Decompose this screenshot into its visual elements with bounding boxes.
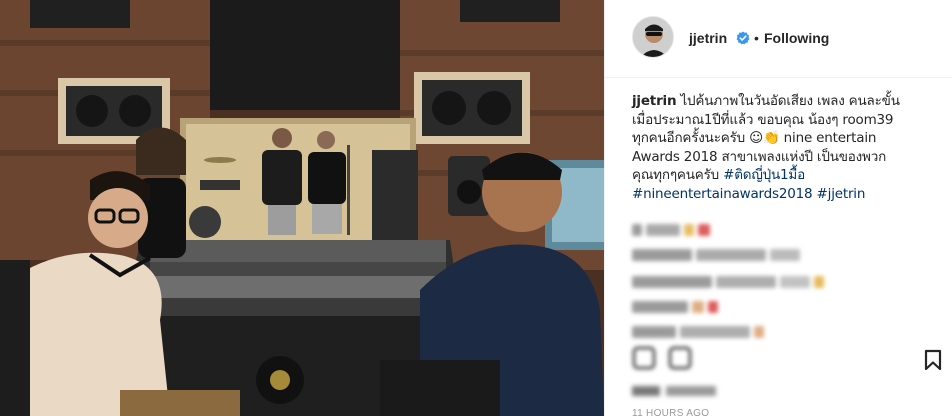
caption-text-3: ทุกคนอีกครั้งนะครับ ☺👏 nine entertain	[632, 130, 877, 146]
bookmark-icon[interactable]	[923, 349, 943, 371]
caption-text-1: ไปค้นภาพในวันอัดเสียง เพลง คนละขั้น	[680, 93, 900, 109]
verified-badge-icon	[736, 31, 750, 45]
caption-line-6: #nineentertainawards2018 #jjetrin	[632, 185, 942, 204]
studio-photo	[0, 0, 604, 416]
hashtag-link[interactable]: #nineentertainawards2018	[632, 186, 813, 202]
blurred-comment	[632, 296, 722, 313]
post-timestamp: 11 HOURS AGO	[632, 408, 710, 416]
blurred-likes-count	[632, 386, 716, 396]
post-caption: jjetrin ไปค้นภาพในวันอัดเสียง เพลง คนละข…	[632, 92, 942, 203]
author-username[interactable]: jjetrin	[689, 30, 727, 46]
caption-text-2: เมื่อประมาณ1ปีที่แล้ว ขอบคุณ น้องๆ room3…	[632, 111, 894, 128]
blurred-comment	[632, 271, 828, 288]
avatar[interactable]	[632, 16, 674, 58]
following-button[interactable]: Following	[764, 30, 829, 46]
caption-text-4: Awards 2018 สาขาเพลงแห่งปี เป็นของพวก	[632, 148, 887, 165]
post-photo[interactable]	[0, 0, 604, 416]
post-side-panel: jjetrin • Following jjetrin ไปค้นภาพในวั…	[604, 0, 952, 416]
caption-line-1: jjetrin ไปค้นภาพในวันอัดเสียง เพลง คนละข…	[632, 92, 942, 111]
blurred-comment	[632, 219, 714, 236]
heart-icon[interactable]	[632, 346, 656, 370]
avatar-image	[633, 17, 673, 57]
header-separator: •	[754, 30, 759, 46]
caption-username[interactable]: jjetrin	[632, 93, 677, 109]
blurred-comment	[632, 321, 768, 338]
action-row	[632, 346, 932, 374]
caption-line-5: คุณทุกๆคนครับ #ติดญี่ปุ่น1มื้อ	[632, 166, 942, 185]
instagram-post-view: jjetrin • Following jjetrin ไปค้นภาพในวั…	[0, 0, 952, 416]
comment-icon[interactable]	[668, 346, 692, 370]
caption-text-5: คุณทุกๆคนครับ	[632, 167, 724, 183]
blurred-comment	[632, 244, 804, 261]
post-header: jjetrin • Following	[605, 0, 952, 78]
hashtag-link[interactable]: #ติดญี่ปุ่น1มื้อ	[723, 167, 805, 183]
hashtag-link[interactable]: #jjetrin	[817, 186, 866, 202]
